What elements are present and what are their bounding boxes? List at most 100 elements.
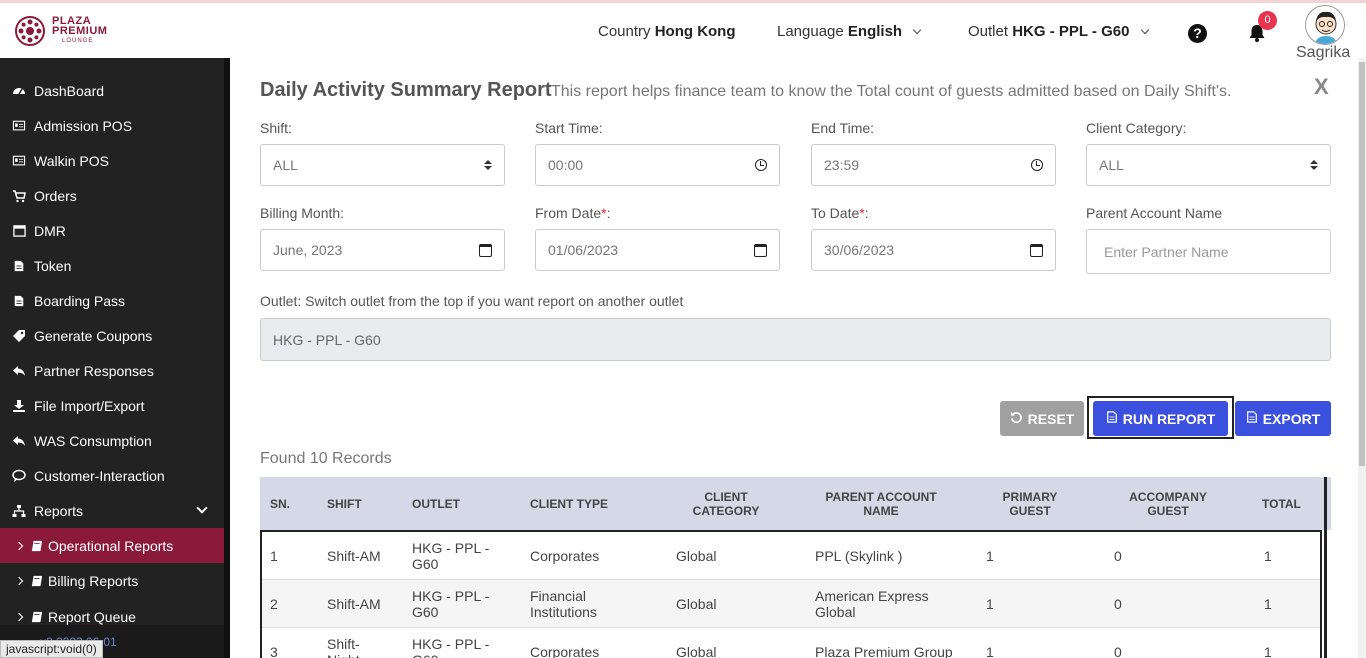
table-header-cell[interactable]: CLIENT TYPE — [530, 477, 640, 530]
tag-icon — [12, 329, 26, 343]
end-time-input[interactable]: 23:59 — [811, 144, 1056, 186]
outlet-readonly-field: HKG - PPL - G60 — [260, 318, 1331, 361]
client-category-value: ALL — [1099, 157, 1124, 173]
sidebar-item-label: Admission POS — [34, 117, 133, 134]
sidebar-item-file-import-export[interactable]: File Import/Export — [0, 388, 224, 423]
table-header-cell[interactable]: PARENT ACCOUNT NAME — [816, 477, 946, 530]
table-header-cell[interactable]: PRIMARY GUEST — [995, 477, 1065, 530]
from-date-value: 01/06/2023 — [548, 242, 619, 258]
table-cell: HKG - PPL - G60 — [412, 540, 490, 572]
table-body: 1 Shift-AM HKG - PPL - G60 Corporates Gl… — [260, 530, 1322, 658]
sidebar-item-was-consumption[interactable]: WAS Consumption — [0, 423, 224, 458]
help-icon[interactable]: ? — [1188, 24, 1207, 43]
to-date-label-text: To Date — [811, 205, 860, 221]
table-row[interactable]: 3 Shift-Night HKG - PPL - G60 Corporates… — [262, 628, 1320, 658]
language-selector[interactable]: Language English — [777, 23, 922, 40]
end-time-value: 23:59 — [824, 157, 860, 173]
outlet-field-value: HKG - PPL - G60 — [273, 331, 381, 348]
shift-select[interactable]: ALL — [260, 144, 505, 186]
sidebar-item-label: Reports — [34, 502, 84, 519]
to-date-input[interactable]: 30/06/2023 — [811, 229, 1056, 271]
export-button[interactable]: EXPORT — [1235, 401, 1331, 436]
close-button[interactable]: X — [1314, 74, 1329, 100]
required-asterisk: * — [859, 205, 865, 221]
sidebar-item-reports[interactable]: Reports — [0, 493, 224, 528]
calendar-icon[interactable] — [1030, 243, 1043, 257]
chat-icon — [12, 469, 26, 483]
outlet-selector[interactable]: Outlet HKG - PPL - G60 — [968, 23, 1149, 40]
reply-icon — [12, 434, 26, 448]
table-cell: 1 — [986, 596, 994, 612]
plaza-premium-logo[interactable]: PLAZA PREMIUM LOUNGE — [14, 15, 107, 47]
table-header-cell[interactable]: CLIENT CATEGORY — [670, 477, 782, 530]
table-cell: 1 — [986, 644, 994, 658]
sidebar-item-label: WAS Consumption — [34, 432, 152, 449]
from-date-label: From Date*: — [535, 205, 611, 221]
billing-month-input[interactable]: June, 2023 — [260, 229, 505, 271]
shift-select-value: ALL — [273, 157, 298, 173]
sidebar-item-label: File Import/Export — [34, 397, 145, 414]
notification-count-badge: 0 — [1258, 11, 1277, 30]
sidebar-subitem-label: Operational Reports — [48, 537, 174, 554]
page-subtitle: This report helps finance team to know t… — [551, 83, 1232, 100]
client-category-select[interactable]: ALL — [1086, 144, 1331, 186]
logo-line-2: PREMIUM — [52, 25, 108, 37]
table-cell: 1 — [1264, 644, 1272, 658]
table-header-cell[interactable]: TOTAL — [1262, 477, 1312, 530]
sidebar-item-partner-responses[interactable]: Partner Responses — [0, 353, 224, 388]
table-cell: 1 — [1264, 548, 1272, 564]
from-date-input[interactable]: 01/06/2023 — [535, 229, 780, 271]
calendar-icon[interactable] — [754, 243, 767, 257]
table-cell: Plaza Premium Group — [815, 644, 953, 658]
avatar[interactable] — [1305, 5, 1345, 45]
sidebar-item-boarding-pass[interactable]: Boarding Pass — [0, 283, 224, 318]
table-scroll-edge — [1324, 477, 1327, 658]
table-cell: Financial Institutions — [530, 588, 597, 620]
to-date-value: 30/06/2023 — [824, 242, 895, 258]
table-row[interactable]: 1 Shift-AM HKG - PPL - G60 Corporates Gl… — [262, 532, 1320, 580]
sidebar-scrollbar[interactable] — [224, 58, 230, 658]
sidebar-item-label: Generate Coupons — [34, 327, 153, 344]
table-cell: 1 — [1264, 596, 1272, 612]
table-row[interactable]: 2 Shift-AM HKG - PPL - G60 Financial Ins… — [262, 580, 1320, 628]
sidebar-item-dashboard[interactable]: DashBoard — [0, 73, 224, 108]
sidebar-item-dmr[interactable]: DMR — [0, 213, 224, 248]
parent-account-input[interactable]: Enter Partner Name — [1086, 229, 1331, 274]
records-count: Found 10 Records — [260, 450, 392, 467]
sidebar-item-admission-pos[interactable]: Admission POS — [0, 108, 224, 143]
table-header-cell[interactable]: SN. — [270, 477, 320, 530]
start-time-input[interactable]: 00:00 — [535, 144, 780, 186]
start-time-value: 00:00 — [548, 157, 584, 173]
sidebar-item-customer-interaction[interactable]: Customer-Interaction — [0, 458, 224, 493]
logo-line-3: LOUNGE — [62, 38, 94, 44]
calendar-icon[interactable] — [479, 243, 492, 257]
book-icon — [30, 610, 44, 624]
sidebar-item-token[interactable]: Token — [0, 248, 224, 283]
table-cell: Shift-Night — [327, 636, 360, 658]
table-cell: Shift-AM — [327, 596, 381, 612]
table-header-cell[interactable]: ACCOMPANY GUEST — [1122, 477, 1214, 530]
export-button-label: EXPORT — [1262, 410, 1321, 427]
sidebar-item-walkin-pos[interactable]: Walkin POS — [0, 143, 224, 178]
country-selector[interactable]: Country Hong Kong — [598, 23, 736, 40]
sidebar-item-generate-coupons[interactable]: Generate Coupons — [0, 318, 224, 353]
chevron-right-icon — [14, 612, 24, 621]
end-time-label: End Time: — [811, 120, 875, 136]
table-cell: PPL (Skylink ) — [815, 548, 903, 564]
select-arrows-icon — [1310, 160, 1318, 170]
table-header-cell[interactable]: OUTLET — [412, 477, 492, 530]
reset-button[interactable]: RESET — [1000, 401, 1084, 436]
sidebar-subitem-operational-reports[interactable]: Operational Reports — [0, 528, 224, 563]
sidebar-subitem-billing-reports[interactable]: Billing Reports — [0, 563, 224, 598]
username[interactable]: Sagrika — [1296, 44, 1350, 62]
sidebar-item-orders[interactable]: Orders — [0, 178, 224, 213]
main-scrollbar-thumb[interactable] — [1359, 62, 1365, 466]
run-report-button[interactable]: RUN REPORT — [1093, 401, 1228, 436]
main-scrollbar[interactable] — [1358, 58, 1366, 658]
sidebar-item-label: Customer-Interaction — [34, 467, 165, 484]
clock-icon[interactable] — [1031, 159, 1043, 171]
table-header-cell[interactable]: SHIFT — [327, 477, 397, 530]
clock-icon[interactable] — [755, 159, 767, 171]
client-category-label: Client Category: — [1086, 120, 1187, 136]
parent-account-placeholder: Enter Partner Name — [1104, 243, 1229, 260]
